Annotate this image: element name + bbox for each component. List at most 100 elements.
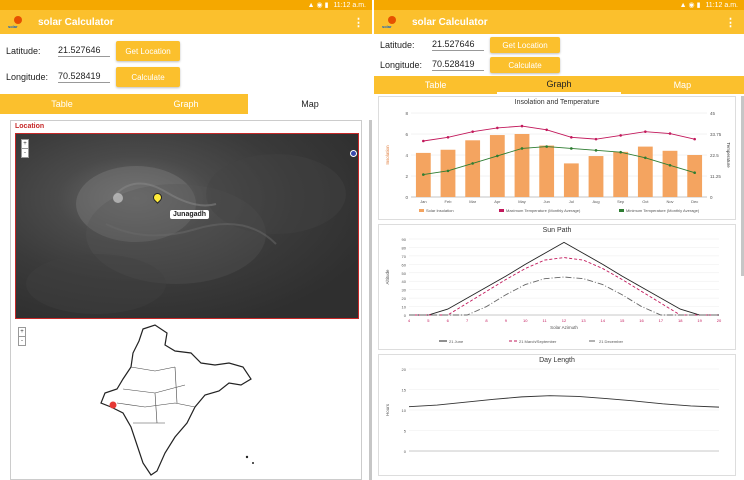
chart1-bar (637, 146, 653, 197)
app-bar: solar solar Calculator ⋮ (0, 10, 372, 34)
chart2-x-tick: 18 (678, 318, 683, 323)
chart2-x-tick: 17 (659, 318, 664, 323)
chart2-y-tick: 80 (402, 245, 407, 250)
chart1-point (422, 139, 425, 143)
chart1-bar (514, 134, 530, 197)
chart1-y2-tick: 11.25 (710, 174, 721, 179)
chart2-series-line (409, 276, 719, 316)
chart2-y-tick: 30 (402, 288, 407, 293)
chart1-x-tick: Mar (469, 199, 477, 204)
chart2-y-tick: 60 (402, 262, 407, 267)
tab-table-2[interactable]: Table (374, 76, 497, 94)
tab-map-2[interactable]: Map (621, 76, 744, 94)
tab-graph-2[interactable]: Graph (497, 76, 621, 94)
chart2-x-tick: 20 (717, 318, 722, 323)
tab-table[interactable]: Table (0, 94, 124, 114)
chart2-x-tick: 16 (639, 318, 644, 323)
status-icons-2: ▲ ◉ ▮ (679, 2, 701, 9)
chart2-series-line (409, 241, 719, 316)
chart1-x-tick: Dec (691, 199, 698, 204)
chart1-point (668, 132, 672, 135)
chart2-x-tick: 12 (562, 318, 567, 323)
calculate-button-2[interactable]: Calculate (490, 57, 560, 73)
latitude-input[interactable]: 21.527646 (58, 45, 110, 57)
place-label: Junagadh (170, 210, 210, 219)
chart1-x-tick: Apr (494, 199, 501, 204)
chart1-point (644, 130, 647, 133)
status-icons: ▲ ◉ ▮ (307, 2, 329, 9)
tab-graph[interactable]: Graph (124, 94, 248, 114)
tab-map[interactable]: Map (248, 94, 372, 114)
chart1-y2-tick: 22.5 (710, 153, 719, 158)
chart2-x-tick: 15 (620, 318, 625, 323)
chart2-x-tick: 19 (697, 318, 702, 323)
status-bar: ▲ ◉ ▮ 11:12 a.m. (0, 0, 372, 10)
india-outline-map[interactable]: + - (15, 323, 359, 479)
chart1-series-line (423, 146, 695, 176)
longitude-input-2[interactable]: 70.528419 (432, 59, 484, 71)
latitude-label: Latitude: (6, 46, 41, 56)
app-title: solar Calculator (38, 16, 114, 28)
zoom-out-button[interactable]: - (21, 148, 29, 158)
chart2-y-tick: 90 (402, 237, 407, 242)
chart1-point (693, 137, 696, 141)
get-location-button-2[interactable]: Get Location (490, 37, 560, 53)
chart1-y2-tick: 0 (710, 195, 713, 200)
chart1-x-tick: Feb (445, 199, 453, 204)
chart1-x-tick: Aug (592, 199, 599, 204)
longitude-input[interactable]: 70.528419 (58, 71, 110, 83)
my-location-icon[interactable] (350, 150, 357, 157)
longitude-label: Longitude: (6, 72, 49, 82)
chart3-series-line (408, 395, 720, 408)
chart3-y-tick: 15 (402, 388, 407, 393)
app-title-2: solar Calculator (412, 16, 488, 28)
day-length-chart: Day Length 0 5 10 15 20 Hours (378, 354, 736, 476)
insolation-temperature-chart: Insolation and Temperature 0 0 2 11.25 4 22.5… (378, 96, 736, 220)
longitude-row-2: Longitude: 70.528419 Calculate (374, 55, 744, 75)
chart1-point (446, 169, 450, 173)
vertical-dots-icon[interactable]: ⋮ (353, 16, 364, 29)
chart2-svg: 0 10 20 30 40 50 60 70 80 90 4 5 6 7 8 9 10 11 12 13 14 15 16 1… (385, 237, 722, 344)
chart3-svg: 0 5 10 15 20 Hours (385, 367, 720, 454)
chart1-bar (465, 140, 481, 197)
chart2-x-tick: 11 (543, 318, 548, 323)
chart1-x-tick: May (518, 199, 526, 204)
chart2-x-tick: 9 (505, 318, 508, 323)
chart3-y-tick: 5 (404, 429, 407, 434)
chart2-y-tick: 0 (404, 313, 407, 318)
chart2-x-tick: 10 (523, 318, 528, 323)
chart1-legend-swatch (419, 209, 424, 212)
chart1-y-tick: 2 (405, 174, 408, 179)
chart2-y-tick: 70 (402, 254, 407, 259)
app-logo: solar (8, 15, 30, 29)
chart2-x-tick: 14 (601, 318, 606, 323)
chart1-point (545, 128, 548, 132)
chart1-bar (613, 151, 629, 197)
scrollbar[interactable] (369, 120, 372, 480)
chart2-x-tick: 5 (427, 318, 430, 323)
chart1-point (520, 124, 524, 128)
chart1-y-tick: 4 (405, 153, 408, 158)
chart2-x-tick: 6 (447, 318, 450, 323)
chart1-point (619, 134, 622, 137)
app-bar-2: solar solar Calculator ⋮ (374, 10, 744, 34)
chart2-y-tick: 20 (402, 296, 407, 301)
chart1-series-line (423, 125, 695, 142)
chart2-legend-label: 21 December (599, 339, 624, 344)
chart1-bar (687, 155, 703, 197)
vertical-dots-icon-2[interactable]: ⋮ (725, 16, 736, 29)
status-time: 11:12 a.m. (333, 1, 366, 9)
chart1-x-tick: Sep (617, 199, 625, 204)
latitude-input-2[interactable]: 21.527646 (432, 39, 484, 51)
chart1-y-tick: 0 (405, 195, 408, 200)
chart1-y2-tick: 45 (710, 111, 716, 116)
chart1-point (471, 130, 474, 133)
calculate-button[interactable]: Calculate (116, 67, 180, 87)
chart1-bar (563, 163, 579, 197)
satellite-map[interactable]: + - Junagadh (15, 133, 359, 319)
chart1-point (570, 147, 573, 150)
chart1-legend-swatch (619, 209, 624, 212)
chart1-legend-swatch (499, 209, 504, 212)
get-location-button[interactable]: Get Location (116, 41, 180, 61)
map-panel: Location + - Junagadh + - (10, 120, 362, 480)
